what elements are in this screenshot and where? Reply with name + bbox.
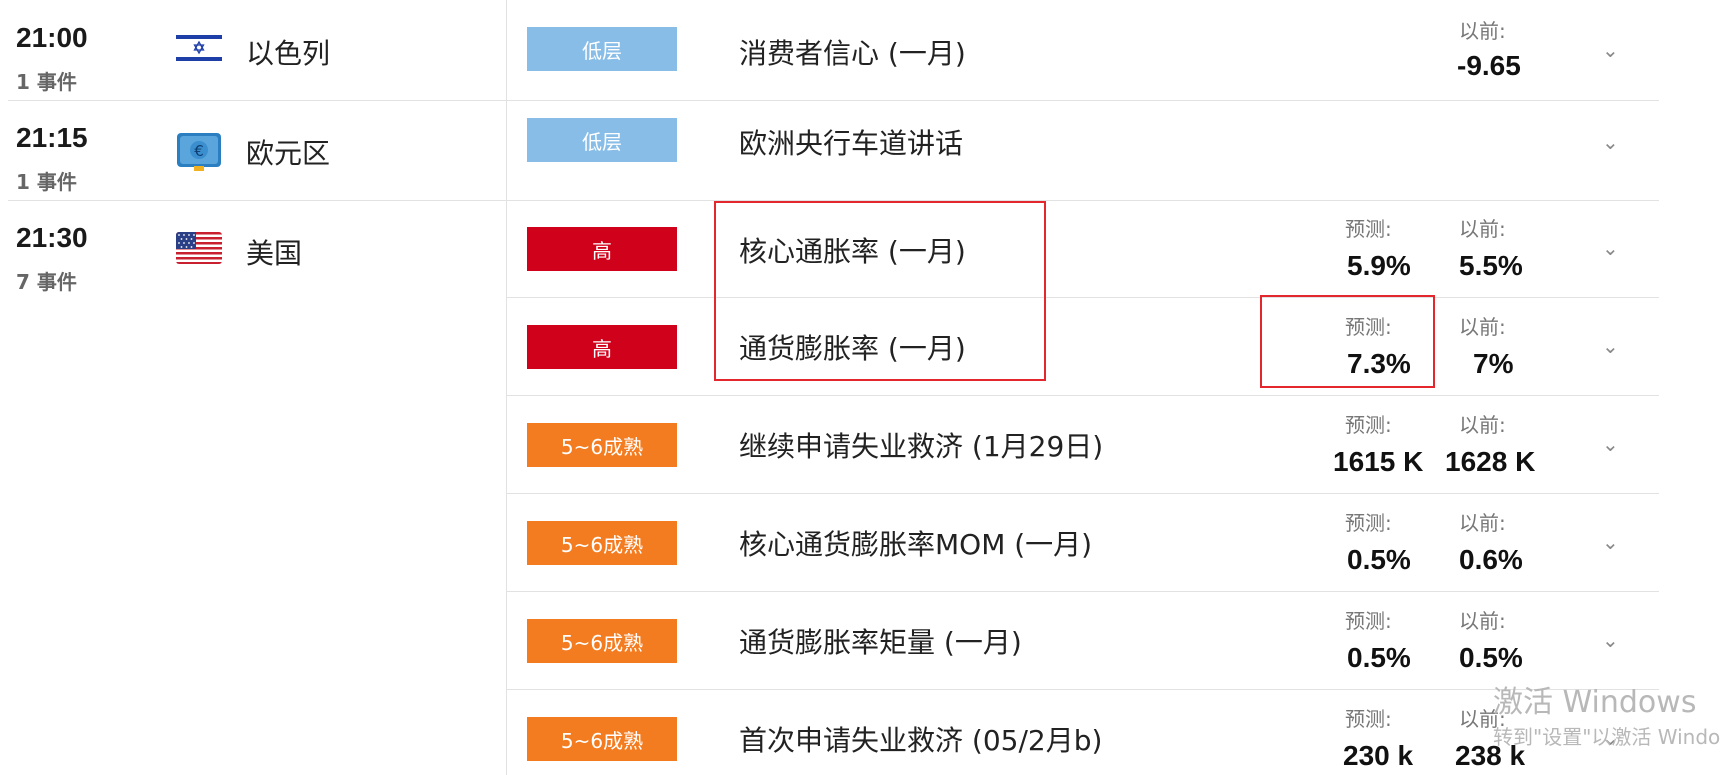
impact-badge: 低层 [527,118,677,162]
impact-badge: 5~6成熟 [527,619,677,663]
impact-badge: 5~6成熟 [527,521,677,565]
chevron-down-icon[interactable]: ⌄ [1602,236,1619,260]
event-row[interactable]: 低层 消费者信心 (一月) 以前: -9.65 ⌄ [507,0,1659,100]
event-time: 21:00 [16,22,88,53]
chevron-down-icon[interactable]: ⌄ [1602,628,1619,652]
country-name: 欧元区 [246,137,331,170]
impact-badge: 高 [527,325,677,369]
event-time: 21:30 [16,222,88,253]
chevron-down-icon[interactable]: ⌄ [1602,432,1619,456]
usa-flag-icon [176,232,222,264]
event-name[interactable]: 通货膨胀率矩量 (一月) [739,621,1022,661]
previous-value: 7% [1473,348,1514,379]
previous-label: 以前: [1459,609,1506,633]
forecast-value: 0.5% [1347,642,1411,673]
chevron-down-icon[interactable]: ⌄ [1602,334,1619,358]
event-row[interactable]: 5~6成熟 首次申请失业救济 (05/2月b) 预测: 230 k 以前: 23… [507,689,1659,775]
forecast-label: 预测: [1345,413,1392,437]
svg-text:€: € [194,142,204,160]
event-name[interactable]: 继续申请失业救济 (1月29日) [739,425,1103,465]
event-row[interactable]: 5~6成熟 通货膨胀率矩量 (一月) 预测: 0.5% 以前: 0.5% ⌄ [507,591,1659,689]
forecast-label: 预测: [1345,217,1392,241]
event-name[interactable]: 欧洲央行车道讲话 [739,122,963,162]
impact-badge: 低层 [527,27,677,71]
previous-value: 0.5% [1459,642,1523,673]
previous-label: 以前: [1459,217,1506,241]
event-count: 7 事件 [16,270,77,294]
event-name[interactable]: 核心通货膨胀率MOM (一月) [739,523,1092,563]
previous-label: 以前: [1459,413,1506,437]
country-name: 以色列 [246,37,331,70]
forecast-value: 0.5% [1347,544,1411,575]
country-name: 美国 [246,237,303,270]
forecast-label: 预测: [1345,511,1392,535]
event-count: 1 事件 [16,70,77,94]
israel-flag-icon [176,32,222,64]
event-count: 1 事件 [16,170,77,194]
forecast-label: 预测: [1345,707,1392,731]
forecast-value: 5.9% [1347,250,1411,281]
previous-label: 以前: [1459,19,1506,43]
previous-label: 以前: [1459,511,1506,535]
event-row[interactable]: 高 通货膨胀率 (一月) 预测: 7.3% 以前: 7% ⌄ [507,297,1659,395]
previous-label: 以前: [1459,315,1506,339]
impact-badge: 5~6成熟 [527,423,677,467]
eurozone-flag-icon: € [176,131,222,171]
forecast-label: 预测: [1345,609,1392,633]
event-row[interactable]: 高 核心通胀率 (一月) 预测: 5.9% 以前: 5.5% ⌄ [507,200,1659,297]
activation-watermark-title: 激活 Windows [1493,685,1697,720]
highlight-box-event-names [714,201,1046,381]
forecast-value: 230 k [1343,740,1414,771]
previous-value: 1628 K [1445,446,1536,477]
previous-value: -9.65 [1457,50,1521,81]
impact-badge: 高 [527,227,677,271]
event-row[interactable]: 低层 欧洲央行车道讲话 ⌄ [507,100,1659,200]
previous-value: 0.6% [1459,544,1523,575]
event-name[interactable]: 首次申请失业救济 (05/2月b) [739,719,1102,759]
impact-badge: 5~6成熟 [527,717,677,761]
chevron-down-icon[interactable]: ⌄ [1602,530,1619,554]
chevron-down-icon[interactable]: ⌄ [1602,130,1619,154]
event-row[interactable]: 5~6成熟 继续申请失业救济 (1月29日) 预测: 1615 K 以前: 16… [507,395,1659,493]
previous-value: 5.5% [1459,250,1523,281]
chevron-down-icon[interactable]: ⌄ [1602,38,1619,62]
highlight-box-forecast [1260,295,1435,388]
event-name[interactable]: 消费者信心 (一月) [739,32,966,72]
activation-watermark-subtitle: 转到"设置"以激活 Windo [1493,725,1721,749]
event-row[interactable]: 5~6成熟 核心通货膨胀率MOM (一月) 预测: 0.5% 以前: 0.6% … [507,493,1659,591]
forecast-value: 1615 K [1333,446,1424,477]
event-time: 21:15 [16,122,88,153]
